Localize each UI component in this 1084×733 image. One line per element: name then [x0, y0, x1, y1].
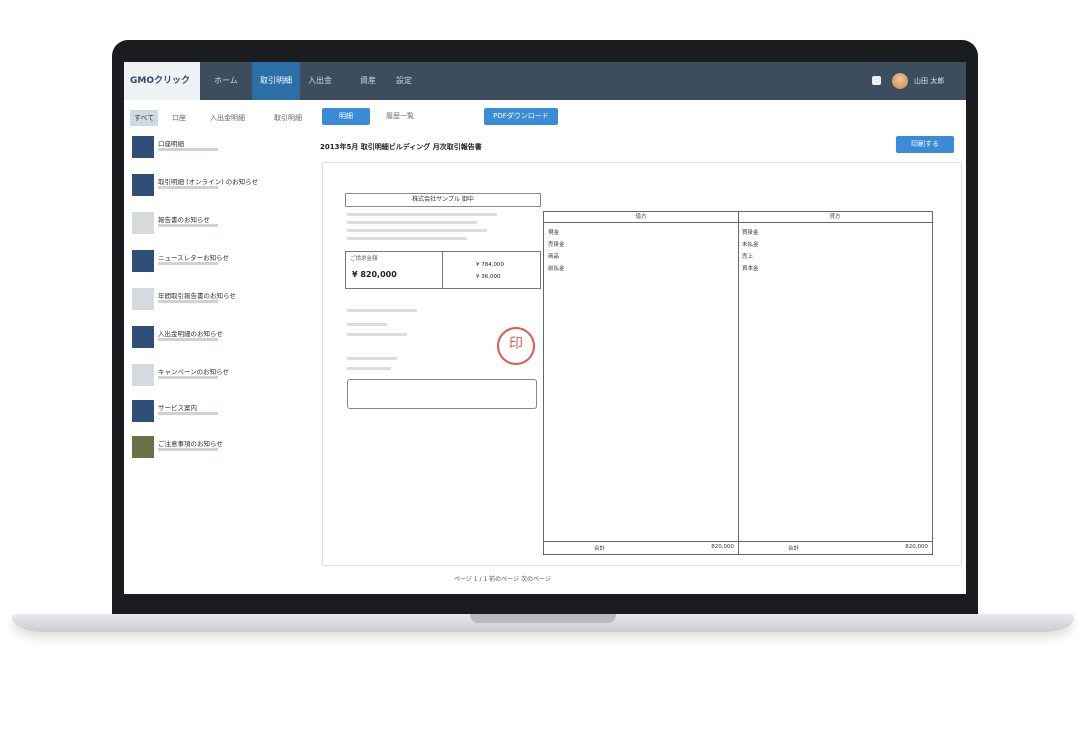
list-item-title: 口座明細 — [158, 140, 184, 148]
ledger-credit-total: 合計 820,000 — [738, 541, 932, 554]
nav-item-home[interactable]: ホーム — [206, 62, 246, 100]
table-row: 現金 — [548, 230, 560, 236]
document-thumbnail-icon — [132, 326, 154, 348]
list-item-subtitle — [158, 224, 218, 227]
document-thumbnail-icon — [132, 400, 154, 422]
amount-label: ご請求金額 — [350, 256, 378, 262]
table-row: 売上 — [742, 254, 754, 260]
nav-item-assets[interactable]: 資産 — [352, 62, 384, 100]
list-item-title: サービス案内 — [158, 404, 197, 412]
document-thumbnail-icon — [132, 364, 154, 386]
document-thumbnail-icon — [132, 250, 154, 272]
tab-statement[interactable]: 明細 — [322, 108, 370, 125]
list-item[interactable]: 入出金明細のお知らせ — [132, 326, 302, 352]
table-row: 資本金 — [742, 266, 759, 272]
memo-line — [347, 323, 387, 326]
document-thumbnail-icon — [132, 174, 154, 196]
list-item-subtitle — [158, 148, 218, 151]
tab-history[interactable]: 履歴一覧 — [386, 108, 414, 125]
list-item[interactable]: 年間取引報告書のお知らせ — [132, 288, 302, 314]
sidebar: すべて 口座 入出金明細 取引明細 口座明細 取引明細 (オンライン) のお知ら… — [124, 100, 306, 594]
list-item-subtitle — [158, 412, 218, 415]
list-item-subtitle — [158, 338, 218, 341]
pagination[interactable]: ページ 1 / 1 前のページ 次のページ — [454, 574, 551, 583]
list-item[interactable]: サービス案内 — [132, 400, 302, 426]
memo-line — [347, 333, 407, 336]
notification-icon[interactable] — [872, 76, 881, 85]
ledger-table: 借方 現金 売掛金 商品 前払金 合計 820,000 貸方 買掛金 未払金 売… — [543, 211, 933, 555]
address-line — [347, 213, 497, 216]
note-box — [347, 379, 537, 409]
list-item-title: ニュースレターお知らせ — [158, 254, 230, 262]
document-thumbnail-icon — [132, 436, 154, 458]
sidebar-tab-deposits[interactable]: 入出金明細 — [206, 110, 249, 126]
print-button[interactable]: 印刷する — [896, 136, 954, 153]
nav-item-transactions[interactable]: 取引明細 — [252, 62, 300, 100]
address-line — [347, 221, 477, 224]
amount-box: ご請求金額 ¥ 820,000 ¥ 784,000 ¥ 36,000 — [345, 251, 541, 289]
ledger-credit-column: 貸方 買掛金 未払金 売上 資本金 合計 820,000 — [738, 212, 932, 554]
address-line — [347, 237, 467, 240]
ledger-debit-header: 借方 — [544, 212, 738, 223]
sidebar-tab-transactions[interactable]: 取引明細 — [270, 110, 306, 126]
list-item-title: 取引明細 (オンライン) のお知らせ — [158, 178, 259, 186]
table-row: 未払金 — [742, 242, 759, 248]
list-item-title: ご注意事項のお知らせ — [158, 440, 223, 448]
amount-divider — [442, 252, 443, 288]
list-item[interactable]: ご注意事項のお知らせ — [132, 436, 302, 462]
amount-total: ¥ 820,000 — [352, 270, 397, 279]
list-item[interactable]: ニュースレターお知らせ — [132, 250, 302, 276]
memo-line — [347, 357, 397, 360]
nav-item-deposits[interactable]: 入出金 — [300, 62, 340, 100]
list-item-title: 報告書のお知らせ — [158, 216, 210, 224]
table-row: 買掛金 — [742, 230, 759, 236]
memo-line — [347, 309, 417, 312]
list-item-title: 年間取引報告書のお知らせ — [158, 292, 236, 300]
laptop-notch — [470, 614, 616, 623]
list-item[interactable]: キャンペーンのお知らせ — [132, 364, 302, 390]
total-label: 合計 — [788, 546, 800, 552]
table-row: 売掛金 — [548, 242, 565, 248]
table-row: 商品 — [548, 254, 560, 260]
list-item-subtitle — [158, 262, 218, 265]
document-thumbnail-icon — [132, 288, 154, 310]
list-item-title: キャンペーンのお知らせ — [158, 368, 230, 376]
list-item[interactable]: 口座明細 — [132, 136, 302, 162]
memo-line — [347, 367, 391, 370]
avatar[interactable] — [892, 73, 908, 89]
pdf-download-button[interactable]: PDFダウンロード — [484, 108, 558, 125]
username-label[interactable]: 山田 太郎 — [914, 62, 944, 100]
ledger-debit-column: 借方 現金 売掛金 商品 前払金 合計 820,000 — [544, 212, 739, 554]
sidebar-tab-all[interactable]: すべて — [130, 110, 159, 126]
statement-document: 株式会社サンプル 御中 ご請求金額 ¥ 820,000 ¥ 784,000 ¥ … — [322, 162, 962, 566]
list-item[interactable]: 報告書のお知らせ — [132, 212, 302, 238]
top-bar: GMOクリック ホーム 取引明細 入出金 資産 設定 山田 太郎 — [124, 62, 966, 100]
total-value: 820,000 — [711, 544, 734, 550]
laptop-screen: GMOクリック ホーム 取引明細 入出金 資産 設定 山田 太郎 すべて 口座 … — [124, 62, 966, 594]
list-item-subtitle — [158, 448, 218, 451]
app-logo[interactable]: GMOクリック — [124, 62, 200, 100]
table-row: 前払金 — [548, 266, 565, 272]
list-item-subtitle — [158, 376, 218, 379]
total-value: 820,000 — [905, 544, 928, 550]
list-item[interactable]: 取引明細 (オンライン) のお知らせ — [132, 174, 302, 200]
list-item-subtitle — [158, 300, 218, 303]
sidebar-tab-account[interactable]: 口座 — [168, 110, 190, 126]
page-title: 2013年5月 取引明細ビルディング 月次取引報告書 — [320, 143, 482, 151]
address-line — [347, 229, 487, 232]
ledger-credit-header: 貸方 — [738, 212, 932, 223]
list-item-subtitle — [158, 186, 218, 189]
recipient-box: 株式会社サンプル 御中 — [345, 193, 541, 207]
ledger-debit-total: 合計 820,000 — [544, 541, 738, 554]
total-label: 合計 — [594, 546, 606, 552]
document-thumbnail-icon — [132, 212, 154, 234]
list-item-title: 入出金明細のお知らせ — [158, 330, 223, 338]
amount-sub-2: ¥ 36,000 — [476, 274, 501, 280]
seal-stamp: 印 — [497, 327, 535, 365]
document-thumbnail-icon — [132, 136, 154, 158]
nav-item-settings[interactable]: 設定 — [388, 62, 420, 100]
amount-sub-1: ¥ 784,000 — [476, 262, 504, 268]
